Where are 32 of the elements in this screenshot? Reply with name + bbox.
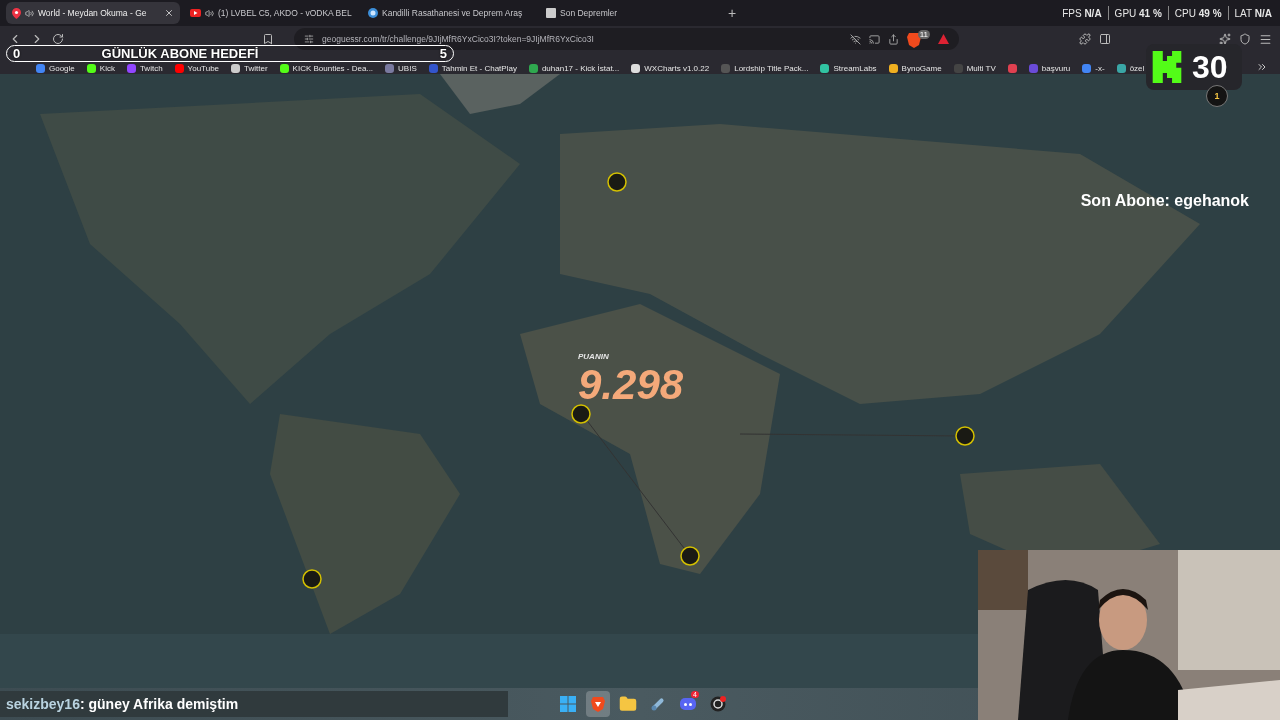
bookmark-link[interactable]: -x- xyxy=(1082,64,1105,73)
browser-tab[interactable]: World - Meydan Okuma - Ge xyxy=(6,2,180,24)
bookmark-link[interactable]: Google xyxy=(36,64,75,73)
browser-tab[interactable]: (1) LVBEL C5, AKDO - vODKA BEL xyxy=(184,2,358,24)
browser-tab[interactable]: Son Depremler xyxy=(540,2,714,24)
bookmark-link[interactable]: KICK Bounties - Dea... xyxy=(279,64,374,73)
bookmark-link[interactable]: Twitter xyxy=(231,64,268,73)
bookmark-link[interactable]: duhan17 - Kick İstat... xyxy=(528,64,620,73)
goal-target: 5 xyxy=(439,47,447,60)
bookmark-link[interactable]: Tahmin Et - ChatPlay xyxy=(428,64,517,73)
chat-message: sekizbey16: güney Afrika demiştim xyxy=(0,691,508,717)
bookmark-link[interactable]: YouTube xyxy=(174,64,220,73)
bookmark-link[interactable]: WXCharts v1.0.22 xyxy=(631,64,710,73)
new-tab-button[interactable]: + xyxy=(722,5,743,21)
performance-stat: CPU 49 % xyxy=(1174,7,1222,19)
bookmark-link[interactable]: başvuru xyxy=(1028,64,1071,73)
bookmark-link[interactable]: Kick xyxy=(86,64,115,73)
goal-title: GÜNLÜK ABONE HEDEFİ xyxy=(101,47,259,60)
bookmark-link[interactable]: BynoGame xyxy=(888,64,942,73)
bookmark-link[interactable]: Lordship Title Pack... xyxy=(721,64,809,73)
bookmark-link[interactable]: özel xyxy=(1116,64,1145,73)
follower-count: 30 xyxy=(1192,50,1228,84)
bookmark-link[interactable]: StreamLabs xyxy=(820,64,877,73)
browser-tab[interactable]: Kandilli Rasathanesi ve Deprem Araş xyxy=(362,2,536,24)
goal-current: 0 xyxy=(13,47,21,60)
bookmark-link[interactable]: UBIS xyxy=(385,64,417,73)
address-bar[interactable]: geoguessr.com/tr/challenge/9JIjMfR6YxCico3I?token=9JIjMfR6YxCico3I 11 xyxy=(294,28,959,50)
bookmark-link[interactable]: Multi TV xyxy=(953,64,996,73)
bookmark-link[interactable]: Twitch xyxy=(126,64,163,73)
performance-stat: FPS N/A xyxy=(1062,7,1102,19)
performance-stat: GPU 41 % xyxy=(1114,7,1162,19)
performance-stat: LAT N/A xyxy=(1234,7,1272,19)
